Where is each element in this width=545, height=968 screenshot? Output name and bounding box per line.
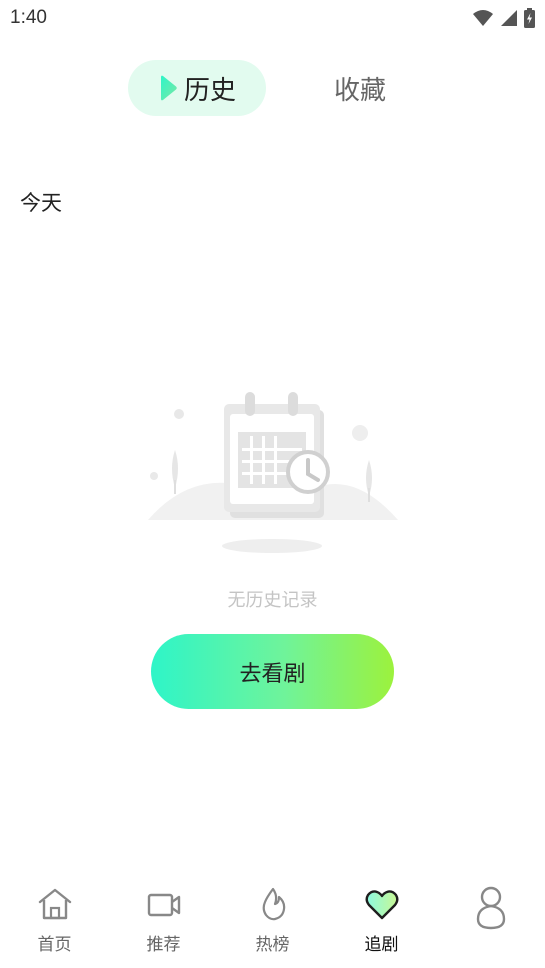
- nav-label-hot-list: 热榜: [255, 935, 290, 955]
- nav-item-recommend[interactable]: 推荐: [109, 876, 218, 968]
- profile-icon: [471, 884, 511, 932]
- play-icon: [160, 75, 177, 101]
- empty-history-illustration: [148, 392, 398, 553]
- status-icons: [472, 8, 535, 28]
- status-bar: 1:40: [0, 0, 545, 36]
- status-time: 1:40: [10, 7, 47, 28]
- nav-label-home: 首页: [37, 935, 72, 955]
- tab-history-label: 历史: [183, 75, 236, 106]
- battery-icon: [524, 8, 535, 28]
- nav-label-following: 追剧: [364, 935, 399, 955]
- go-watch-button[interactable]: 去看剧: [151, 634, 394, 709]
- nav-item-profile[interactable]: [436, 876, 545, 968]
- tab-favorites-label: 收藏: [333, 75, 386, 106]
- tab-favorites[interactable]: 收藏: [320, 60, 400, 116]
- tab-bar: 历史 收藏: [0, 60, 545, 116]
- nav-item-following[interactable]: 追剧: [327, 876, 436, 968]
- tab-history[interactable]: 历史: [128, 60, 266, 116]
- video-camera-icon: [144, 884, 184, 924]
- nav-label-recommend: 推荐: [146, 935, 181, 955]
- empty-state-message: 无历史记录: [227, 590, 318, 611]
- nav-item-hot-list[interactable]: 热榜: [218, 876, 327, 968]
- bottom-navigation: 首页 推荐 热榜 追剧: [0, 876, 545, 968]
- flame-icon: [253, 884, 293, 924]
- nav-item-home[interactable]: 首页: [0, 876, 109, 968]
- signal-icon: [501, 10, 517, 26]
- heart-icon: [362, 884, 402, 924]
- section-today-heading: 今天: [20, 191, 62, 215]
- home-icon: [35, 884, 75, 924]
- wifi-icon: [473, 10, 493, 26]
